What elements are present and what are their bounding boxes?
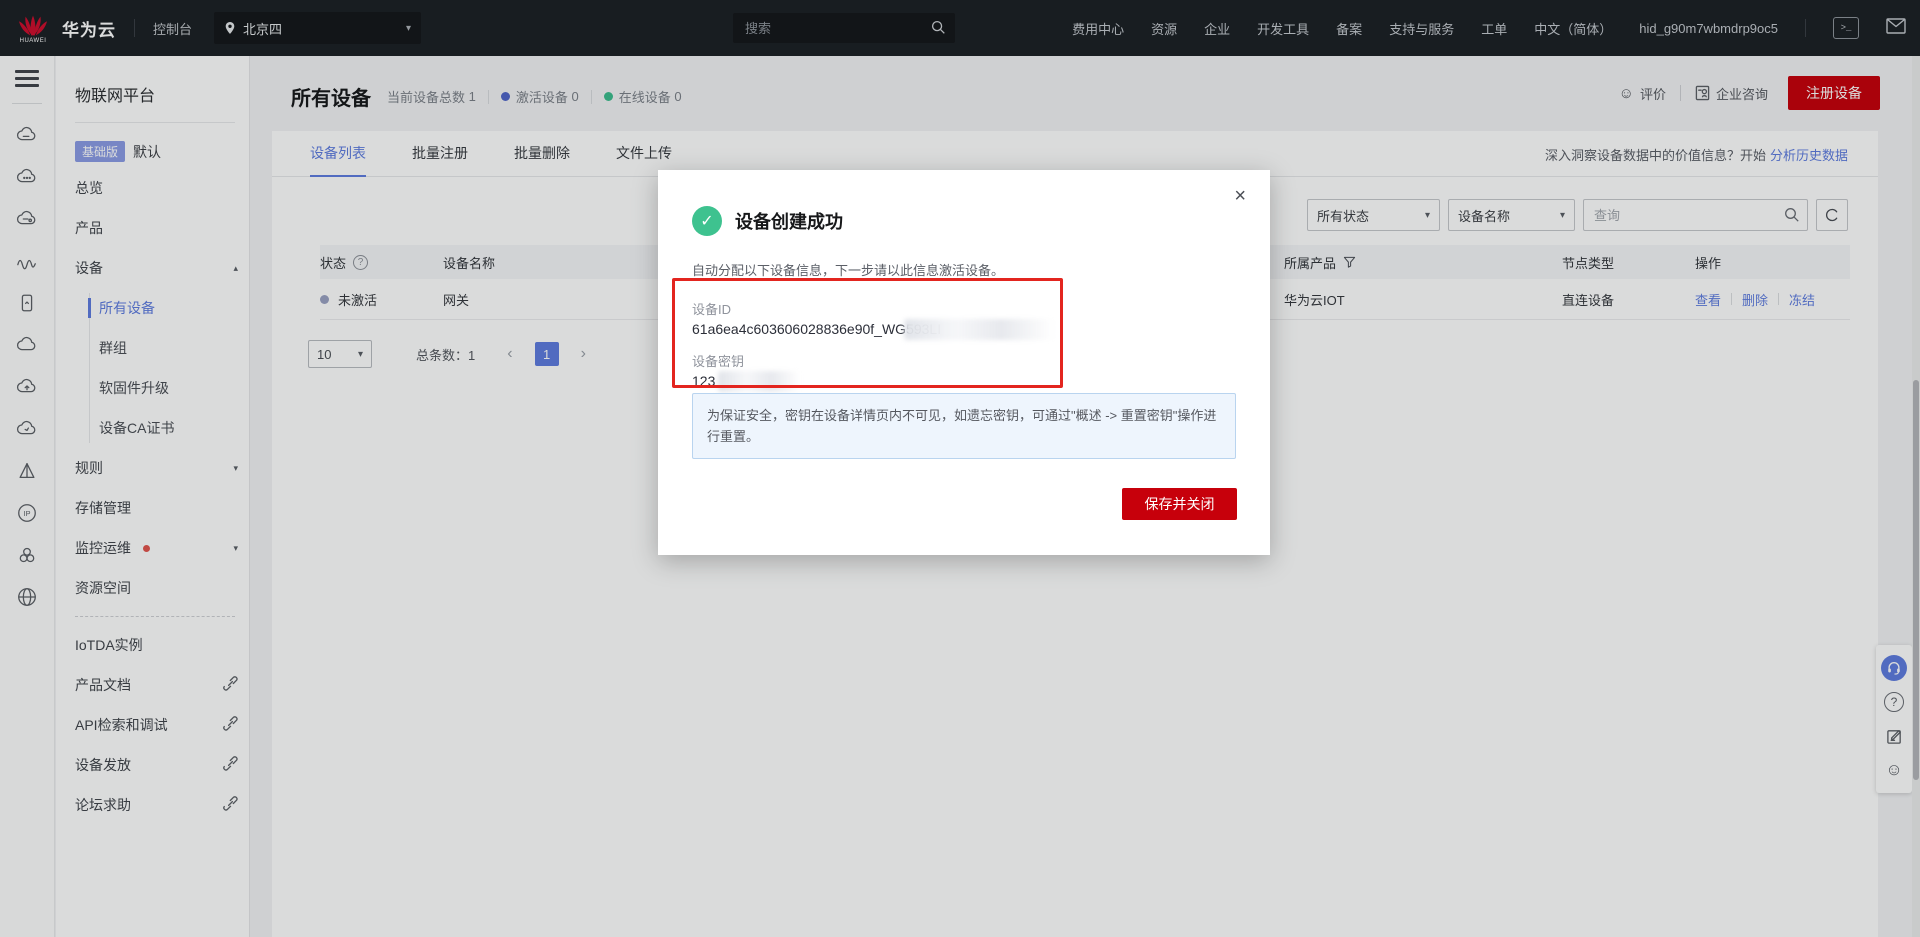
huawei-cloud-console: HUAWEI 华为云 控制台 北京四 ▾ 费用中心 资源 企业 — [0, 0, 1920, 937]
redaction-blur — [904, 319, 1054, 340]
device-secret-value: 123 — [692, 373, 1152, 389]
device-id-label: 设备ID — [692, 299, 1236, 318]
save-and-close-button[interactable]: 保存并关闭 — [1122, 488, 1237, 520]
success-check-icon: ✓ — [692, 206, 722, 236]
redaction-blur — [718, 371, 800, 392]
device-created-modal: × ✓ 设备创建成功 自动分配以下设备信息，下一步请以此信息激活设备。 设备ID… — [658, 170, 1270, 555]
modal-title: 设备创建成功 — [735, 208, 843, 234]
close-icon[interactable]: × — [1234, 186, 1246, 206]
security-notice: 为保证安全，密钥在设备详情页内不可见，如遗忘密钥，可通过"概述 -> 重置密钥"… — [692, 393, 1236, 459]
device-id-value: 61a6ea4c603606028836e90f_WG593LI — [692, 321, 1152, 337]
modal-description: 自动分配以下设备信息，下一步请以此信息激活设备。 — [658, 236, 1270, 279]
device-secret-label: 设备密钥 — [692, 351, 1236, 370]
